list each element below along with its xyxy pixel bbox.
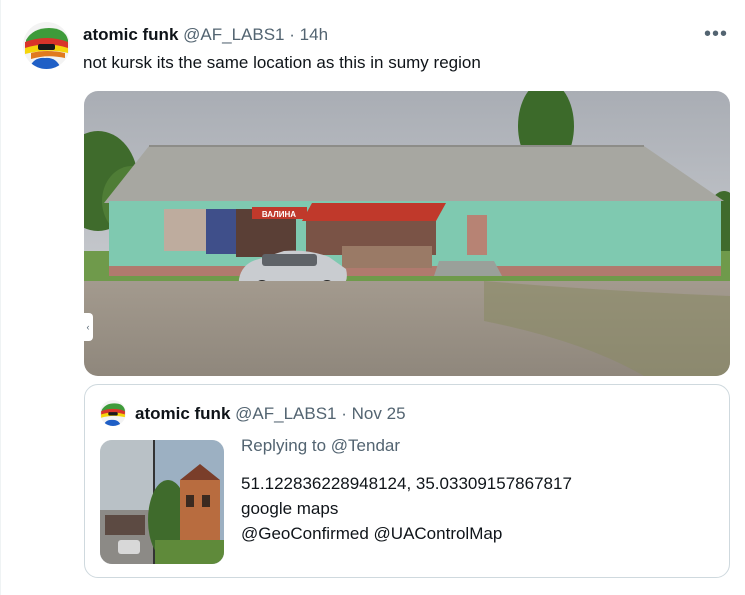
avatar[interactable]: [23, 22, 70, 69]
replying-to-handle[interactable]: @Tendar: [331, 436, 400, 455]
quote-mentions[interactable]: @GeoConfirmed @UAControlMap: [241, 521, 572, 546]
quote-media-thumbnail[interactable]: [100, 440, 224, 564]
timestamp[interactable]: 14h: [300, 25, 328, 44]
quote-timestamp[interactable]: Nov 25: [352, 404, 406, 423]
more-options-icon[interactable]: •••: [704, 23, 728, 46]
tweet-text: not kursk its the same location as this …: [83, 53, 481, 72]
quote-avatar[interactable]: [100, 400, 126, 426]
quote-display-name[interactable]: atomic funk: [135, 404, 230, 423]
quote-header: atomic funk @AF_LABS1 · Nov 25: [135, 404, 406, 424]
quote-text: 51.122836228948124, 35.03309157867817 go…: [241, 471, 572, 546]
quote-handle[interactable]: @AF_LABS1: [235, 404, 336, 423]
tweet-header: atomic funk @AF_LABS1 · 14h: [83, 25, 328, 45]
replying-to: Replying to @Tendar: [241, 436, 400, 456]
dot-separator: ·: [289, 25, 295, 44]
quote-line: 51.122836228948124, 35.03309157867817: [241, 474, 572, 493]
tweet-media-image[interactable]: ВАЛИНА ‹: [84, 91, 730, 376]
handle[interactable]: @AF_LABS1: [183, 25, 284, 44]
shop-sign-text: ВАЛИНА: [262, 210, 296, 219]
media-nav-chevron-icon[interactable]: ‹: [84, 313, 93, 341]
replying-to-prefix: Replying to: [241, 436, 331, 455]
quote-line: google maps: [241, 499, 339, 518]
quote-dot-separator: ·: [341, 404, 347, 423]
quoted-tweet[interactable]: atomic funk @AF_LABS1 · Nov 25 Replying …: [84, 384, 730, 578]
display-name[interactable]: atomic funk: [83, 25, 178, 44]
page-edge: [0, 0, 1, 595]
